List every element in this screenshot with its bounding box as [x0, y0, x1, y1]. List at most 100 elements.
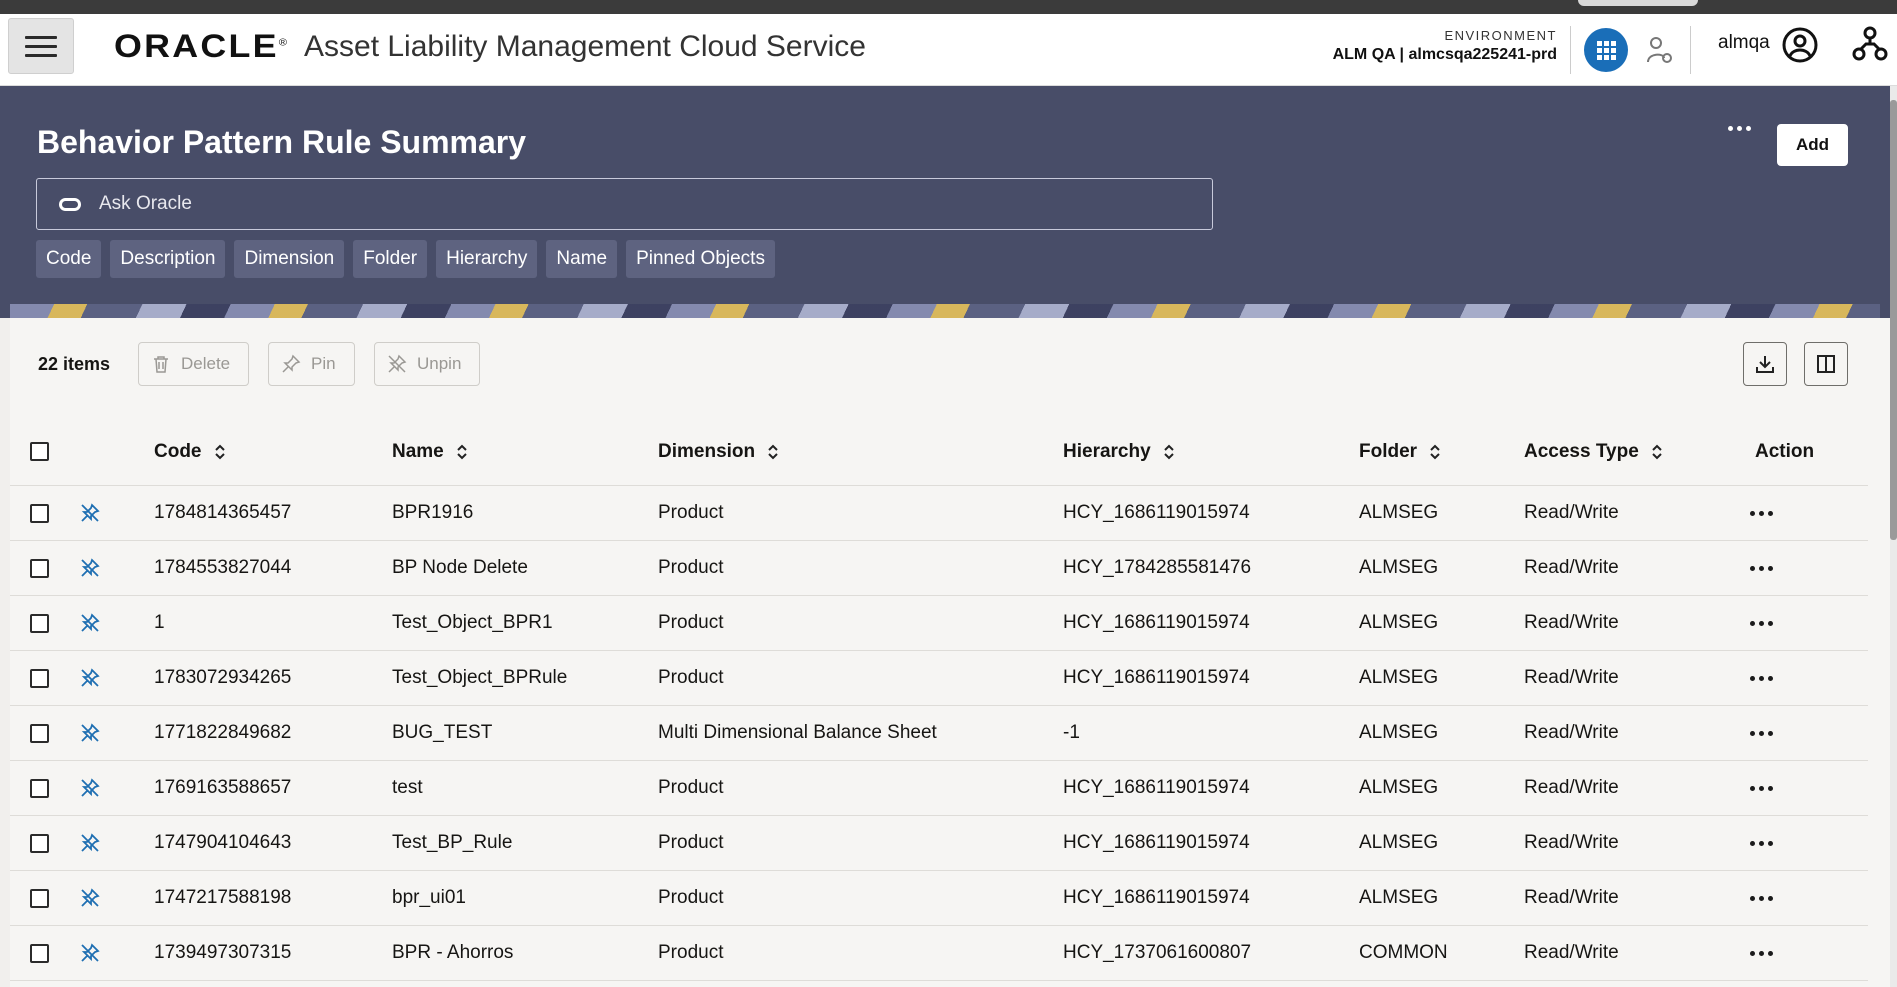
- column-header-name[interactable]: Name: [392, 441, 468, 463]
- table-row[interactable]: 1783072934265 Test_Object_BPRule Product HC…: [10, 651, 1868, 706]
- row-actions-icon[interactable]: [1750, 950, 1773, 956]
- user-settings-icon[interactable]: [1646, 36, 1674, 66]
- cell-name: test: [392, 777, 423, 798]
- row-checkbox[interactable]: [30, 613, 49, 633]
- cell-hierarchy: -1: [1063, 722, 1080, 743]
- cell-hierarchy: HCY_1686119015974: [1063, 887, 1250, 908]
- sort-icon: [1652, 444, 1662, 459]
- cell-folder: ALMSEG: [1359, 557, 1439, 578]
- chip-pinned-objects[interactable]: Pinned Objects: [626, 240, 775, 278]
- column-header-code[interactable]: Code: [154, 441, 226, 463]
- cell-dimension: Product: [658, 832, 724, 853]
- table-row[interactable]: 1739497307315 BPR - Ahorros Product HCY_173…: [10, 926, 1868, 981]
- row-checkbox[interactable]: [30, 668, 49, 688]
- table-row[interactable]: 1784814365457 BPR1916 Product HCY_168611901…: [10, 486, 1868, 541]
- chip-description[interactable]: Description: [110, 240, 226, 278]
- select-all-checkbox[interactable]: [30, 442, 49, 461]
- scrollbar-thumb[interactable]: [1890, 100, 1897, 540]
- unpin-icon[interactable]: [80, 778, 100, 798]
- browser-strip: [0, 0, 1897, 14]
- chip-hierarchy[interactable]: Hierarchy: [436, 240, 538, 278]
- app-grid-icon[interactable]: [1584, 28, 1628, 72]
- row-checkbox[interactable]: [30, 778, 49, 798]
- cell-folder: ALMSEG: [1359, 832, 1439, 853]
- row-actions-icon[interactable]: [1750, 620, 1773, 626]
- logo-text: ORACLE: [114, 28, 279, 64]
- row-checkbox[interactable]: [30, 833, 49, 853]
- sort-icon: [214, 444, 225, 459]
- browser-tab-pill: [1578, 0, 1698, 6]
- column-header-access-type[interactable]: Access Type: [1524, 441, 1663, 463]
- pin-label: Pin: [311, 354, 336, 373]
- hamburger-menu-icon[interactable]: [8, 18, 74, 74]
- unpin-icon[interactable]: [80, 613, 100, 633]
- table-row[interactable]: 1769163588657 test Product HCY_168611901597…: [10, 761, 1868, 816]
- cell-dimension: Product: [658, 612, 724, 633]
- table-body: 1784814365457 BPR1916 Product HCY_168611901…: [10, 486, 1868, 981]
- row-actions-icon[interactable]: [1750, 675, 1773, 681]
- chip-dimension[interactable]: Dimension: [234, 240, 345, 278]
- unpin-icon[interactable]: [80, 503, 100, 523]
- oracle-oval-icon: [59, 197, 81, 211]
- row-checkbox[interactable]: [30, 888, 49, 908]
- cell-name: BP Node Delete: [392, 557, 528, 578]
- table-row[interactable]: 1771822849682 BUG_TEST Multi Dimensional B…: [10, 706, 1868, 761]
- unpin-icon[interactable]: [80, 833, 100, 853]
- oracle-logo: ORACLE®: [114, 28, 287, 65]
- page-scrollbar[interactable]: [1890, 86, 1897, 987]
- download-icon[interactable]: [1743, 342, 1787, 386]
- app-header: ORACLE® Asset Liability Management Cloud…: [0, 14, 1897, 86]
- environment-value: ALM QA | almcsqa225241-prd: [1332, 46, 1557, 63]
- cell-name: BPR1916: [392, 502, 474, 523]
- cell-dimension: Multi Dimensional Balance Sheet: [658, 722, 937, 743]
- row-actions-icon[interactable]: [1750, 785, 1773, 791]
- unpin-icon[interactable]: [80, 888, 100, 908]
- column-header-dimension[interactable]: Dimension: [658, 441, 779, 463]
- cell-access-type: Read/Write: [1524, 832, 1619, 853]
- pin-button[interactable]: Pin: [268, 342, 355, 386]
- table-row[interactable]: 1747217588198 bpr_ui01 Product HCY_16861190…: [10, 871, 1868, 926]
- column-header-hierarchy[interactable]: Hierarchy: [1063, 441, 1175, 463]
- row-actions-icon[interactable]: [1750, 730, 1773, 736]
- row-checkbox[interactable]: [30, 558, 49, 578]
- row-actions-icon[interactable]: [1750, 840, 1773, 846]
- add-button[interactable]: Add: [1777, 124, 1848, 166]
- ask-oracle-search[interactable]: [36, 178, 1213, 230]
- cell-dimension: Product: [658, 887, 724, 908]
- row-actions-icon[interactable]: [1750, 565, 1773, 571]
- cell-name: BPR - Ahorros: [392, 942, 514, 963]
- user-circle-icon[interactable]: [1781, 26, 1819, 64]
- row-checkbox[interactable]: [30, 503, 49, 523]
- row-actions-icon[interactable]: [1750, 895, 1773, 901]
- trash-icon: [154, 356, 168, 373]
- hierarchy-tree-icon[interactable]: [1852, 26, 1888, 62]
- column-header-folder[interactable]: Folder: [1359, 441, 1441, 463]
- chip-code[interactable]: Code: [36, 240, 102, 278]
- chip-folder[interactable]: Folder: [353, 240, 428, 278]
- row-actions-icon[interactable]: [1750, 510, 1773, 516]
- items-count: 22 items: [38, 354, 111, 374]
- unpin-icon[interactable]: [80, 668, 100, 688]
- column-panel-icon[interactable]: [1804, 342, 1848, 386]
- column-header-label: Name: [392, 440, 444, 462]
- unpin-icon[interactable]: [80, 943, 100, 963]
- more-actions-icon[interactable]: [1724, 116, 1754, 140]
- unpin-icon[interactable]: [80, 723, 100, 743]
- unpin-icon[interactable]: [80, 558, 100, 578]
- sort-icon: [768, 444, 778, 459]
- table-row[interactable]: 1 Test_Object_BPR1 Product HCY_168611901597…: [10, 596, 1868, 651]
- cell-code: 1783072934265: [154, 667, 292, 688]
- table-row[interactable]: 1784553827044 BP Node Delete Product HCY_17…: [10, 541, 1868, 596]
- unpin-button[interactable]: Unpin: [374, 342, 481, 386]
- row-checkbox[interactable]: [30, 723, 49, 743]
- ask-oracle-input[interactable]: [99, 193, 1099, 215]
- cell-dimension: Product: [658, 667, 724, 688]
- cell-name: BUG_TEST: [392, 722, 493, 743]
- table-row[interactable]: 1747904104643 Test_BP_Rule Product HCY_1686…: [10, 816, 1868, 871]
- delete-button[interactable]: Delete: [138, 342, 250, 386]
- cell-dimension: Product: [658, 777, 724, 798]
- user-name[interactable]: almqa: [1718, 32, 1770, 54]
- chip-name[interactable]: Name: [546, 240, 618, 278]
- row-checkbox[interactable]: [30, 943, 49, 963]
- pin-icon: [282, 354, 301, 373]
